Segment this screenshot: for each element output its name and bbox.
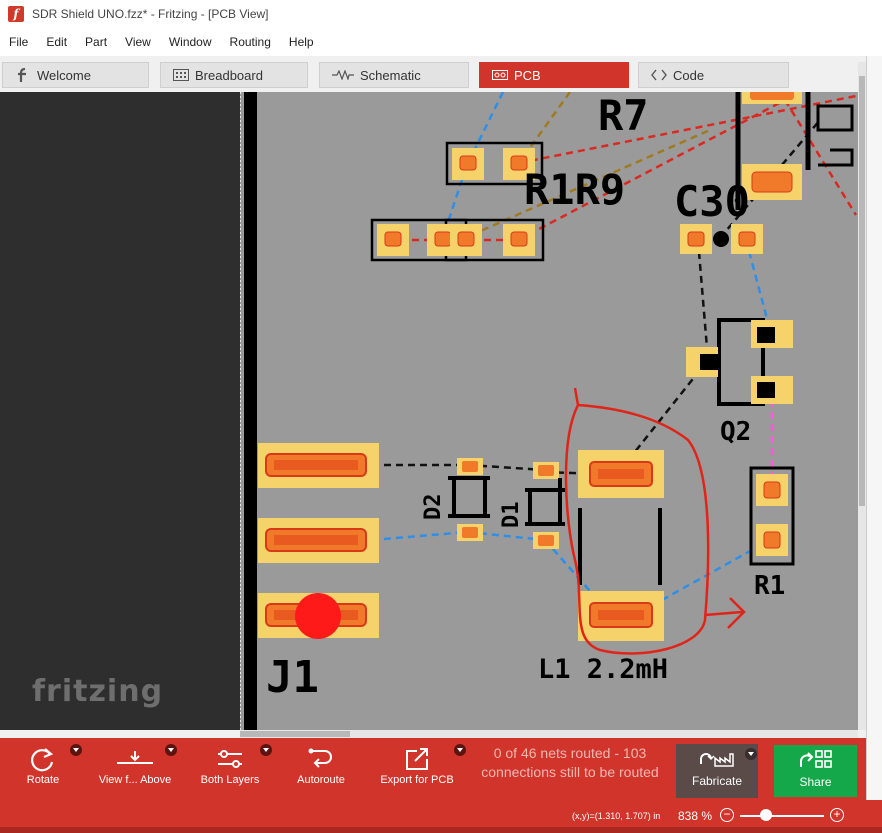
vertical-scrollbar[interactable]: [858, 62, 866, 730]
autoroute-button[interactable]: Autoroute: [286, 744, 356, 796]
share-icon: [774, 745, 857, 775]
rotate-button[interactable]: Rotate: [18, 744, 68, 796]
zoom-slider-track[interactable]: [740, 815, 824, 817]
tab-label: Schematic: [360, 67, 421, 83]
horizontal-scrollbar[interactable]: [240, 730, 858, 738]
menu-edit[interactable]: Edit: [37, 35, 76, 49]
capacitor-c30-footprint: [680, 224, 763, 254]
schematic-icon: [332, 67, 354, 83]
zoom-level: 838 %: [678, 809, 713, 823]
label-r1r9: R1R9: [524, 165, 625, 214]
bottom-toolbar: Rotate View f... Above Both Layers Autor…: [0, 738, 866, 800]
rotate-dropdown[interactable]: [70, 744, 82, 756]
fritzing-watermark: fritzing: [32, 674, 164, 709]
view-dropdown[interactable]: [165, 744, 177, 756]
tab-welcome[interactable]: Welcome: [2, 62, 149, 88]
breadboard-icon: [173, 67, 189, 83]
rotate-icon: [18, 744, 68, 774]
fabricate-dropdown[interactable]: [745, 748, 757, 760]
fabricate-icon: [676, 744, 758, 774]
tab-label: Breadboard: [195, 67, 263, 83]
vertical-scroll-thumb[interactable]: [859, 76, 865, 506]
tab-breadboard[interactable]: Breadboard: [160, 62, 308, 88]
layers-icon: [192, 744, 268, 774]
horizontal-scroll-thumb[interactable]: [240, 731, 350, 737]
title-bar: f SDR Shield UNO.fzz* - Fritzing - [PCB …: [0, 0, 882, 27]
menu-help[interactable]: Help: [280, 35, 323, 49]
menu-file[interactable]: File: [0, 35, 37, 49]
ratsnest-line: [696, 239, 710, 361]
fabricate-label: Fabricate: [691, 774, 743, 788]
label-r7: R7: [598, 92, 649, 140]
layers-dropdown[interactable]: [260, 744, 272, 756]
tab-label: PCB: [514, 67, 541, 83]
tab-label: Code: [673, 67, 705, 83]
label-q2: Q2: [720, 417, 751, 447]
view-tabs: Welcome Breadboard Schematic PCB Code: [0, 56, 866, 92]
transistor-q2-footprint: [686, 318, 793, 406]
tab-pcb[interactable]: PCB: [479, 62, 629, 88]
fritzing-f-icon: [15, 67, 31, 83]
canvas-offboard-area: fritzing: [0, 92, 240, 730]
window-title: SDR Shield UNO.fzz* - Fritzing - [PCB Vi…: [32, 6, 269, 21]
pcb-icon: [492, 67, 508, 83]
inspector-panel-edge: [866, 56, 882, 816]
pcb-canvas[interactable]: R7 R1R9 C30 Q2 R1 J1 L1 2.2mH D2 D1: [240, 92, 858, 730]
both-layers-button[interactable]: Both Layers: [192, 744, 268, 796]
menu-routing[interactable]: Routing: [221, 35, 280, 49]
bottom-edge: [0, 827, 882, 833]
share-button[interactable]: Share: [774, 745, 857, 797]
highlighted-pin-dot: [295, 593, 341, 639]
label-d1: D1: [499, 502, 524, 529]
export-dropdown[interactable]: [454, 744, 466, 756]
label-l1: L1 2.2mH: [538, 654, 668, 685]
export-pcb-button[interactable]: Export for PCB: [374, 744, 460, 796]
resistor-footprint-middle: [370, 218, 545, 262]
menu-view[interactable]: View: [116, 35, 160, 49]
autoroute-icon: [286, 744, 356, 774]
resistor-r1-footprint: [749, 466, 795, 566]
menu-window[interactable]: Window: [160, 35, 221, 49]
zoom-out-button[interactable]: −: [720, 808, 734, 822]
header-j1-footprint: [258, 443, 379, 639]
board-edge: [244, 92, 257, 730]
annotation-arrow: [704, 597, 746, 629]
zoom-slider-handle[interactable]: [760, 809, 772, 821]
tab-code[interactable]: Code: [638, 62, 789, 88]
share-label: Share: [799, 775, 832, 789]
menu-bar: File Edit Part View Window Routing Help: [0, 27, 882, 56]
label-d2: D2: [421, 494, 446, 521]
tab-label: Welcome: [37, 67, 91, 83]
routing-status-text: 0 of 46 nets routed - 103 connections st…: [481, 745, 659, 780]
export-pcb-label: Export for PCB: [380, 774, 454, 786]
pcb-drawing: R7 R1R9 C30 Q2 R1 J1 L1 2.2mH D2 D1: [240, 92, 858, 730]
autoroute-label: Autoroute: [297, 774, 345, 786]
fritzing-app-icon: f: [8, 5, 24, 22]
tab-schematic[interactable]: Schematic: [319, 62, 469, 88]
export-icon: [374, 744, 460, 774]
ratsnest-line: [629, 369, 701, 459]
menu-part[interactable]: Part: [76, 35, 116, 49]
cursor-coordinates: (x,y)=(1.310, 1.707) in: [572, 811, 661, 821]
label-c30: C30: [674, 177, 750, 226]
label-j1: J1: [266, 652, 319, 703]
inductor-l1-footprint: [578, 450, 664, 641]
view-from-above-label: View f... Above: [98, 774, 172, 786]
label-r1: R1: [754, 571, 785, 601]
ratsnest-line: [371, 530, 469, 542]
code-icon: [651, 67, 667, 83]
rotate-label: Rotate: [26, 774, 60, 786]
ratsnest-line: [518, 94, 857, 165]
both-layers-label: Both Layers: [200, 774, 260, 786]
zoom-in-button[interactable]: +: [830, 808, 844, 822]
